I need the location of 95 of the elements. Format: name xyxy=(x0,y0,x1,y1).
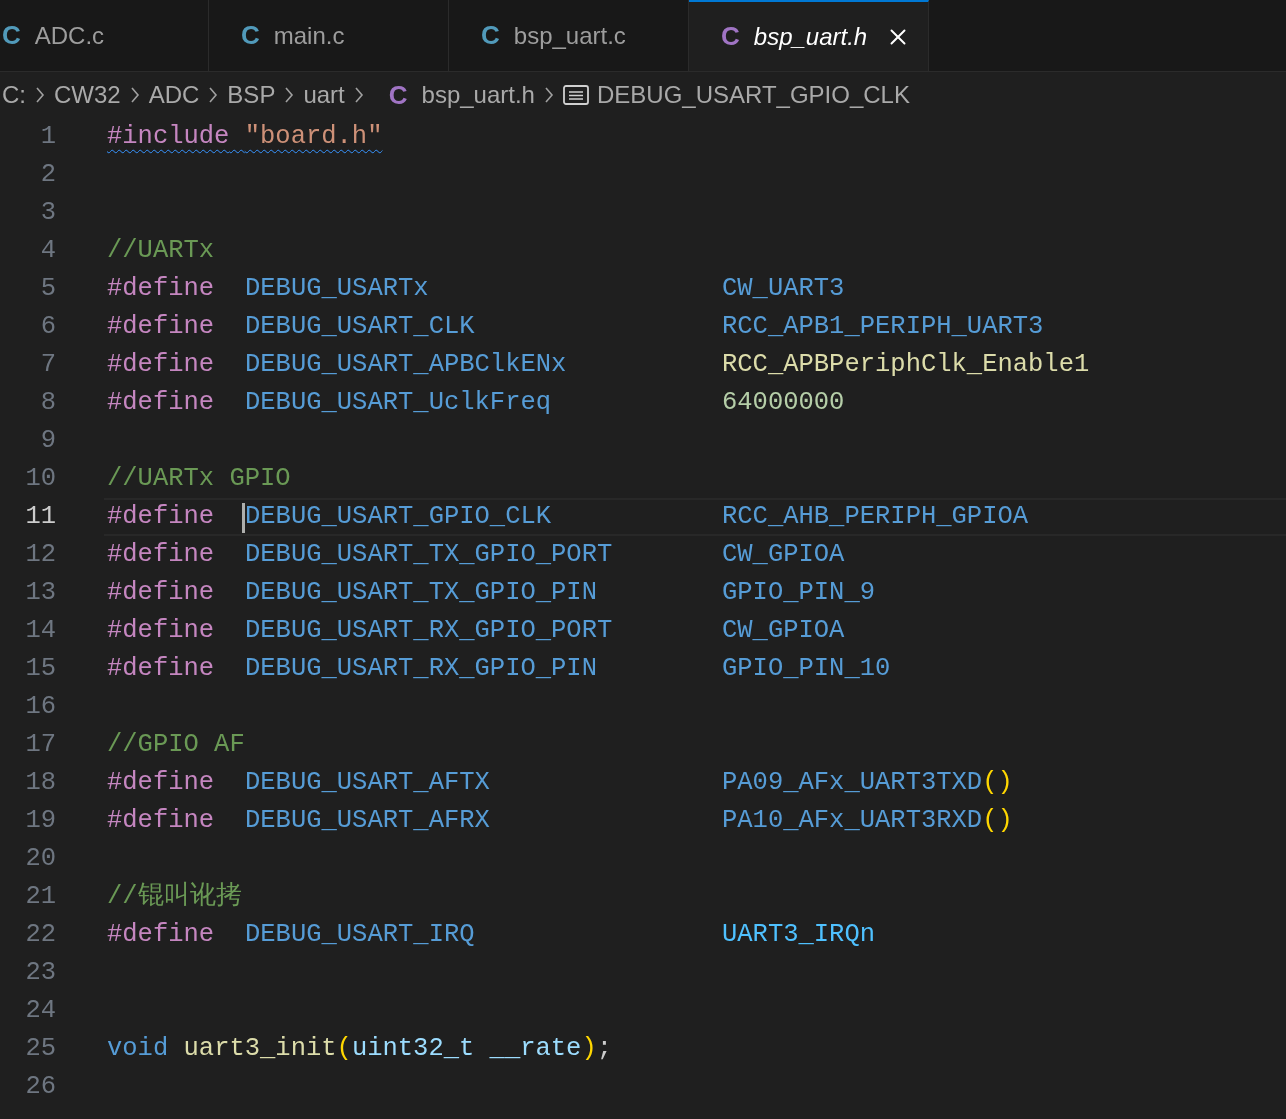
text-cursor xyxy=(242,503,245,533)
c-file-icon: C xyxy=(721,17,740,56)
macro-name: DEBUG_USART_RX_GPIO_PORT xyxy=(245,615,613,645)
code-line: void uart3_init(uint32_t __rate); xyxy=(107,1032,613,1065)
macro-value: RCC_AHB_PERIPH_GPIOA xyxy=(722,500,1029,533)
define-keyword: #define xyxy=(107,577,215,607)
line-number: 23 xyxy=(24,956,56,989)
macro-name: DEBUG_USART_AFRX xyxy=(245,805,490,835)
macro-value: GPIO_PIN_10 xyxy=(722,652,891,685)
tab-label: main.c xyxy=(273,20,345,51)
c-file-icon: C xyxy=(2,16,21,55)
line-number: 14 xyxy=(24,614,56,647)
line-number: 25 xyxy=(24,1032,56,1065)
line-number: 20 xyxy=(24,842,56,875)
code-comment: //锟叫讹拷 xyxy=(107,880,242,913)
line-number: 7 xyxy=(39,348,56,381)
macro-value: RCC_APBPeriphClk_Enable1 xyxy=(722,348,1090,381)
macro-value: UART3_IRQn xyxy=(722,918,876,951)
editor-tab[interactable]: C main.c xyxy=(209,0,449,71)
chevron-right-icon xyxy=(207,85,220,105)
tab-label: bsp_uart.h xyxy=(753,21,868,52)
macro-value: CW_GPIOA xyxy=(722,614,845,647)
breadcrumb-item[interactable]: CW32 xyxy=(54,77,121,113)
define-keyword: #define xyxy=(107,615,215,645)
line-number: 10 xyxy=(24,462,56,495)
define-keyword: #define xyxy=(107,387,215,417)
macro-value: CW_UART3 xyxy=(722,272,845,305)
code-comment: //UARTx GPIO xyxy=(107,462,291,495)
line-number: 22 xyxy=(24,918,56,951)
macro-name: DEBUG_USART_TX_GPIO_PORT xyxy=(245,539,613,569)
editor-tab[interactable]: C bsp_uart.h xyxy=(689,0,929,71)
line-number: 24 xyxy=(24,994,56,1027)
macro-value: CW_GPIOA xyxy=(722,538,845,571)
code-comment: //GPIO AF xyxy=(107,728,245,761)
breadcrumb-item[interactable]: bsp_uart.h xyxy=(421,77,535,113)
line-number: 15 xyxy=(24,652,56,685)
define-keyword: #define xyxy=(107,311,215,341)
macro-value: PA09_AFx_UART3TXD() xyxy=(722,766,1013,799)
line-number: 5 xyxy=(39,272,56,305)
macro-name: DEBUG_USART_GPIO_CLK xyxy=(245,501,552,531)
line-number: 1 xyxy=(39,120,56,153)
chevron-right-icon xyxy=(283,85,296,105)
code-comment: //UARTx xyxy=(107,234,215,267)
line-number: 4 xyxy=(39,234,56,267)
define-keyword: #define xyxy=(107,653,215,683)
tab-label: bsp_uart.c xyxy=(513,20,626,51)
line-number: 13 xyxy=(24,576,56,609)
define-keyword: #define xyxy=(107,539,215,569)
breadcrumb-item[interactable]: C: xyxy=(2,77,26,113)
code-line: #include "board.h" xyxy=(107,120,383,153)
line-number: 26 xyxy=(24,1070,56,1103)
line-number: 19 xyxy=(24,804,56,837)
breadcrumb-item[interactable]: BSP xyxy=(227,77,276,113)
line-number: 8 xyxy=(39,386,56,419)
macro-name: DEBUG_USART_CLK xyxy=(245,311,475,341)
c-file-icon: C xyxy=(241,16,260,55)
line-number: 9 xyxy=(39,424,56,457)
chevron-right-icon xyxy=(34,85,46,105)
macro-value: 64000000 xyxy=(722,386,845,419)
macro-name: DEBUG_USART_TX_GPIO_PIN xyxy=(245,577,597,607)
line-number: 17 xyxy=(24,728,56,761)
macro-name: DEBUG_USART_AFTX xyxy=(245,767,490,797)
symbol-icon xyxy=(562,85,589,105)
macro-name: DEBUG_USARTx xyxy=(245,273,429,303)
macro-value: GPIO_PIN_9 xyxy=(722,576,876,609)
breadcrumb-item[interactable]: ADC xyxy=(148,77,200,113)
define-keyword: #define xyxy=(107,919,215,949)
macro-name: DEBUG_USART_IRQ xyxy=(245,919,475,949)
chevron-right-icon xyxy=(542,85,555,105)
define-keyword: #define xyxy=(107,767,215,797)
line-number: 11 xyxy=(24,500,56,533)
macro-name: DEBUG_USART_RX_GPIO_PIN xyxy=(245,653,597,683)
line-number: 21 xyxy=(24,880,56,913)
chevron-right-icon xyxy=(128,85,141,105)
macro-name: DEBUG_USART_UclkFreq xyxy=(245,387,552,417)
breadcrumb-item[interactable]: uart xyxy=(303,77,345,113)
macro-value: PA10_AFx_UART3RXD() xyxy=(722,804,1013,837)
line-number: 12 xyxy=(24,538,56,571)
define-keyword: #define xyxy=(107,273,215,303)
line-number: 2 xyxy=(39,158,56,191)
line-number: 16 xyxy=(24,690,56,723)
tab-label: ADC.c xyxy=(34,20,105,51)
define-keyword: #define xyxy=(107,349,215,379)
line-number: 3 xyxy=(39,196,56,229)
c-file-icon: C xyxy=(481,16,500,55)
chevron-right-icon xyxy=(352,85,365,105)
line-number: 6 xyxy=(39,310,56,343)
macro-name: DEBUG_USART_APBClkENx xyxy=(245,349,567,379)
c-file-icon: C xyxy=(388,75,408,115)
define-keyword: #define xyxy=(107,805,215,835)
define-keyword: #define xyxy=(107,501,215,531)
line-number: 18 xyxy=(24,766,56,799)
macro-value: RCC_APB1_PERIPH_UART3 xyxy=(722,310,1044,343)
editor-tab[interactable]: C ADC.c xyxy=(0,0,209,71)
breadcrumb-item[interactable]: DEBUG_USART_GPIO_CLK xyxy=(596,77,910,113)
